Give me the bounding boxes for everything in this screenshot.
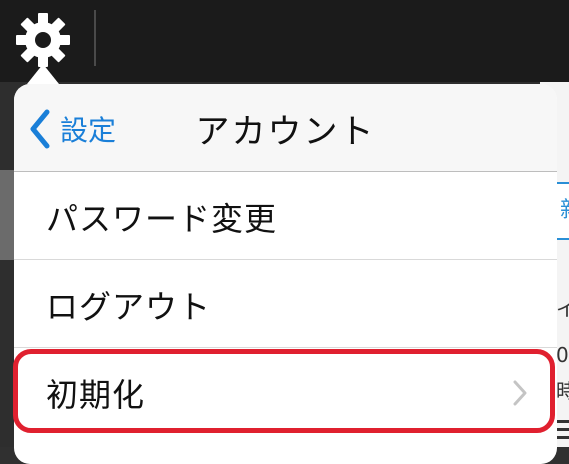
menu-item-label: パスワード変更	[46, 200, 278, 238]
background-list-icon	[557, 420, 569, 439]
top-bar	[0, 0, 569, 82]
highlight-annotation	[13, 349, 555, 433]
background-text-fragment: 時	[556, 379, 569, 403]
menu-item-label: ログアウト	[46, 288, 212, 326]
gear-icon	[16, 13, 70, 67]
popover-header: 設定 アカウント	[14, 84, 557, 172]
popover-arrow	[27, 64, 59, 84]
menu-item-logout[interactable]: ログアウト	[14, 260, 557, 348]
toolbar-divider	[94, 10, 96, 66]
background-text-fragment: イ	[556, 297, 569, 321]
settings-button[interactable]	[14, 12, 72, 68]
menu-item-change-password[interactable]: パスワード変更	[14, 172, 557, 260]
background-text-fragment: 0	[556, 343, 569, 367]
popover-title: アカウント	[195, 112, 376, 152]
